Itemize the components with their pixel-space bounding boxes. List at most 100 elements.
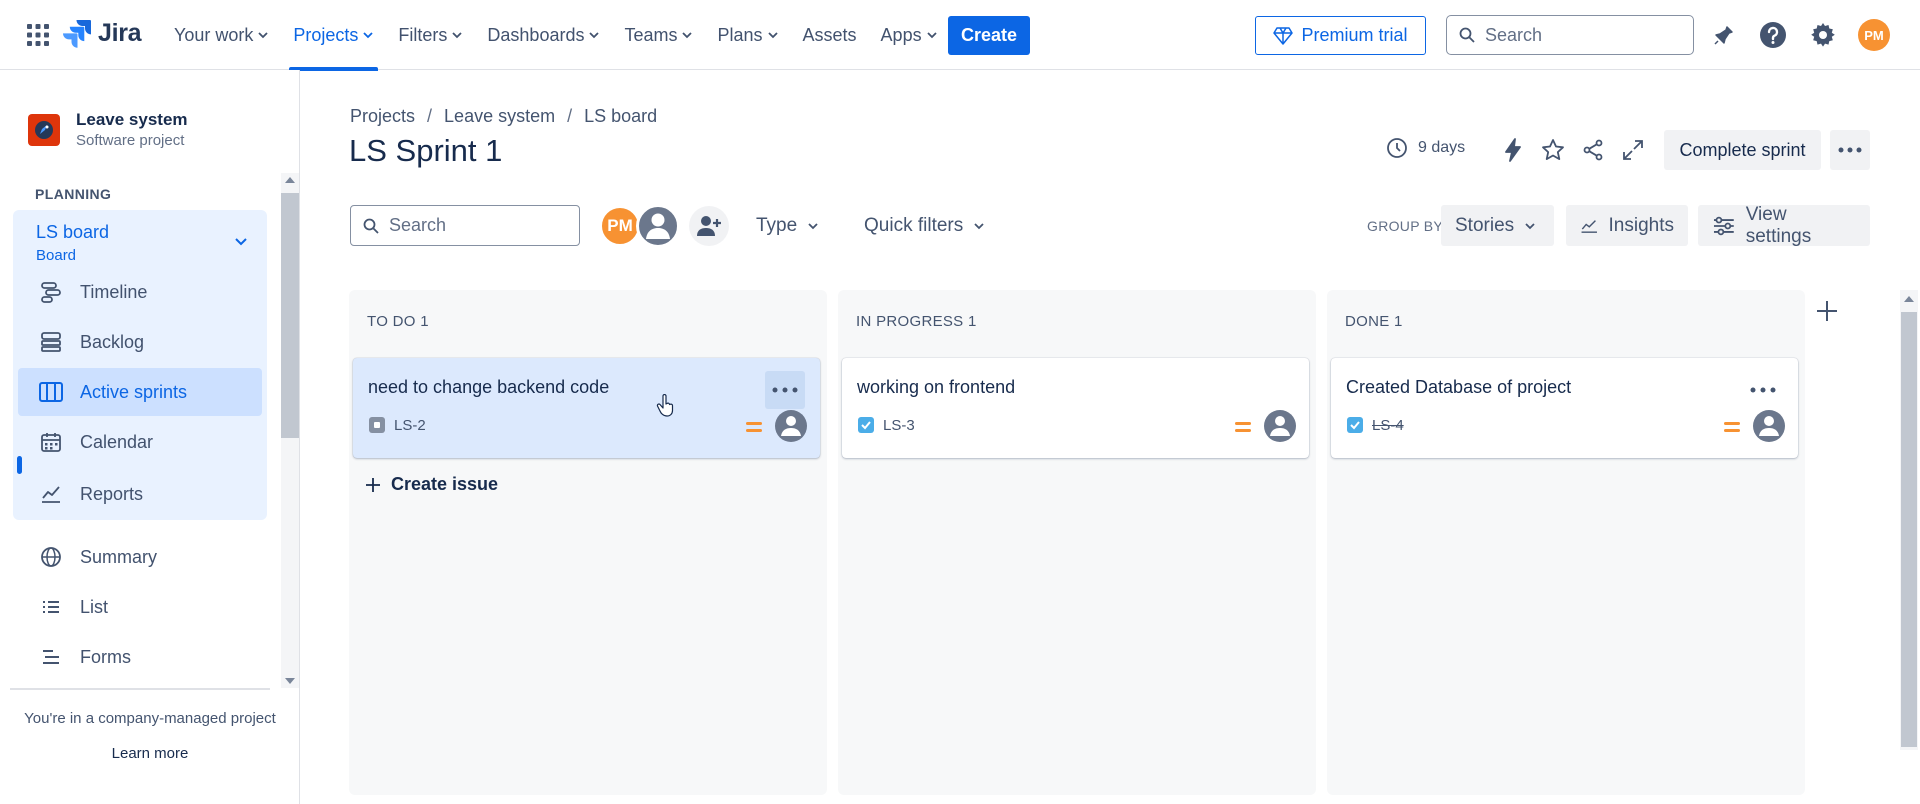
sidebar-item-label: List [80, 596, 109, 617]
nav-label: Plans [717, 24, 763, 45]
chevron-down-icon[interactable] [233, 233, 249, 249]
nav-plans[interactable]: Plans [705, 0, 790, 70]
filter-avatar-unassigned[interactable] [636, 204, 680, 248]
sidebar-item-board[interactable]: LS board Board [36, 222, 109, 264]
issue-key: LS-2 [368, 416, 426, 434]
create-button[interactable]: Create [948, 16, 1030, 55]
column-header: DONE 1 [1345, 313, 1403, 330]
notifications-icon[interactable] [1708, 19, 1740, 51]
sidebar-item-reports[interactable]: Reports [18, 470, 262, 518]
issue-key-label: LS-4 [1372, 416, 1404, 434]
global-search[interactable] [1446, 15, 1694, 55]
sidebar-item-backlog[interactable]: Backlog [18, 318, 262, 366]
sidebar-item-timeline[interactable]: Timeline [18, 268, 262, 316]
issue-title: Created Database of project [1346, 377, 1572, 397]
sidebar-item-calendar[interactable]: Calendar [18, 418, 262, 466]
sprint-days-remaining[interactable]: 9 days [1386, 137, 1465, 159]
insights-button[interactable]: Insights [1566, 205, 1688, 246]
assignee-avatar[interactable] [1264, 410, 1296, 442]
issue-card[interactable]: need to change backend code LS-2 [353, 358, 820, 458]
group-by-dropdown[interactable]: Stories [1441, 205, 1554, 246]
assignee-avatar[interactable] [775, 410, 807, 442]
nav-teams[interactable]: Teams [612, 0, 705, 70]
breadcrumb-board[interactable]: LS board [584, 106, 657, 127]
share-icon[interactable] [1577, 134, 1609, 166]
scroll-thumb[interactable] [1901, 312, 1917, 747]
help-icon[interactable] [1757, 19, 1789, 51]
learn-more-link[interactable]: Learn more [0, 745, 300, 762]
jira-logo-icon [63, 20, 91, 48]
board-scrollbar[interactable] [1900, 290, 1918, 750]
scroll-up-arrow[interactable] [1904, 296, 1914, 302]
project-type: Software project [76, 132, 185, 149]
project-header[interactable]: Leave system Software project [28, 110, 188, 149]
nav-apps[interactable]: Apps [869, 0, 950, 70]
complete-sprint-button[interactable]: Complete sprint [1664, 130, 1821, 170]
create-issue-button[interactable]: Create issue [365, 474, 498, 495]
timeline-icon [38, 279, 64, 305]
star-icon[interactable] [1537, 134, 1569, 166]
profile-avatar[interactable]: PM [1858, 19, 1890, 51]
premium-trial-button[interactable]: Premium trial [1255, 16, 1426, 55]
board-search[interactable] [350, 205, 580, 246]
quick-filters-dropdown[interactable]: Quick filters [856, 206, 993, 246]
user-icon [1759, 416, 1779, 436]
filter-avatar-pm[interactable]: PM [600, 206, 640, 246]
automation-lightning-icon[interactable] [1497, 134, 1529, 166]
search-icon [363, 218, 379, 234]
sidebar-item-label: Forms [80, 646, 131, 667]
plus-icon [366, 477, 380, 492]
user-icon [781, 416, 801, 436]
card-more-actions-icon[interactable] [1743, 371, 1783, 409]
group-by-label: GROUP BY [1367, 218, 1444, 234]
add-column-icon[interactable] [1808, 292, 1846, 330]
board-title: LS board [36, 222, 110, 242]
breadcrumb-projects[interactable]: Projects [350, 106, 415, 127]
issue-key-label: LS-3 [883, 416, 915, 434]
jira-logo[interactable]: Jira [62, 18, 142, 48]
breadcrumb-separator: / [427, 106, 433, 126]
sidebar-item-label: Reports [80, 483, 144, 504]
sidebar-item-forms[interactable]: Forms [18, 633, 262, 681]
scroll-thumb[interactable] [281, 193, 299, 438]
sidebar-scrollbar[interactable] [281, 173, 299, 688]
nav-assets[interactable]: Assets [791, 0, 869, 70]
fullscreen-icon[interactable] [1617, 134, 1649, 166]
view-settings-button[interactable]: View settings [1698, 204, 1870, 247]
issue-key: LS-4 [1346, 416, 1404, 434]
type-filter-dropdown[interactable]: Type [748, 206, 827, 246]
page-title: LS Sprint 1 [349, 133, 503, 168]
scroll-up-arrow[interactable] [285, 177, 295, 183]
assignee-avatar[interactable] [1753, 410, 1785, 442]
board-column-in-progress: IN PROGRESS 1 working on frontend LS-3 [838, 290, 1316, 795]
nav-filters[interactable]: Filters [386, 0, 475, 70]
nav-your-work[interactable]: Your work [162, 0, 281, 70]
scroll-down-arrow[interactable] [285, 678, 295, 684]
user-icon [1270, 416, 1290, 436]
global-search-input[interactable] [1485, 24, 1673, 46]
board-search-input[interactable] [389, 215, 562, 236]
breadcrumb-project[interactable]: Leave system [444, 106, 555, 127]
priority-medium-icon [1235, 422, 1251, 432]
backlog-icon [38, 329, 64, 355]
issue-title: need to change backend code [368, 377, 610, 397]
user-icon [646, 213, 670, 239]
top-navigation: Jira Your work Projects Filters Dashboar… [0, 0, 1920, 71]
nav-projects[interactable]: Projects [281, 0, 386, 71]
nav-label: Your work [174, 24, 254, 45]
sidebar-item-summary[interactable]: Summary [18, 533, 262, 581]
more-actions-icon[interactable] [1830, 130, 1870, 170]
nav-dashboards[interactable]: Dashboards [475, 0, 612, 70]
sidebar-item-active-sprints[interactable]: Active sprints [18, 368, 262, 416]
add-people-button[interactable] [689, 206, 729, 246]
issue-card[interactable]: working on frontend LS-3 [842, 358, 1309, 458]
card-more-actions-icon[interactable] [765, 371, 805, 409]
nav-label: Projects [293, 24, 359, 45]
app-switcher-icon[interactable] [25, 22, 51, 48]
insights-chart-icon [1581, 219, 1597, 233]
issue-card[interactable]: Created Database of project LS-4 [1331, 358, 1798, 458]
chevron-down-icon [363, 32, 374, 39]
settings-gear-icon[interactable] [1807, 19, 1839, 51]
sidebar-item-list[interactable]: List [18, 583, 262, 631]
project-avatar [28, 113, 60, 146]
